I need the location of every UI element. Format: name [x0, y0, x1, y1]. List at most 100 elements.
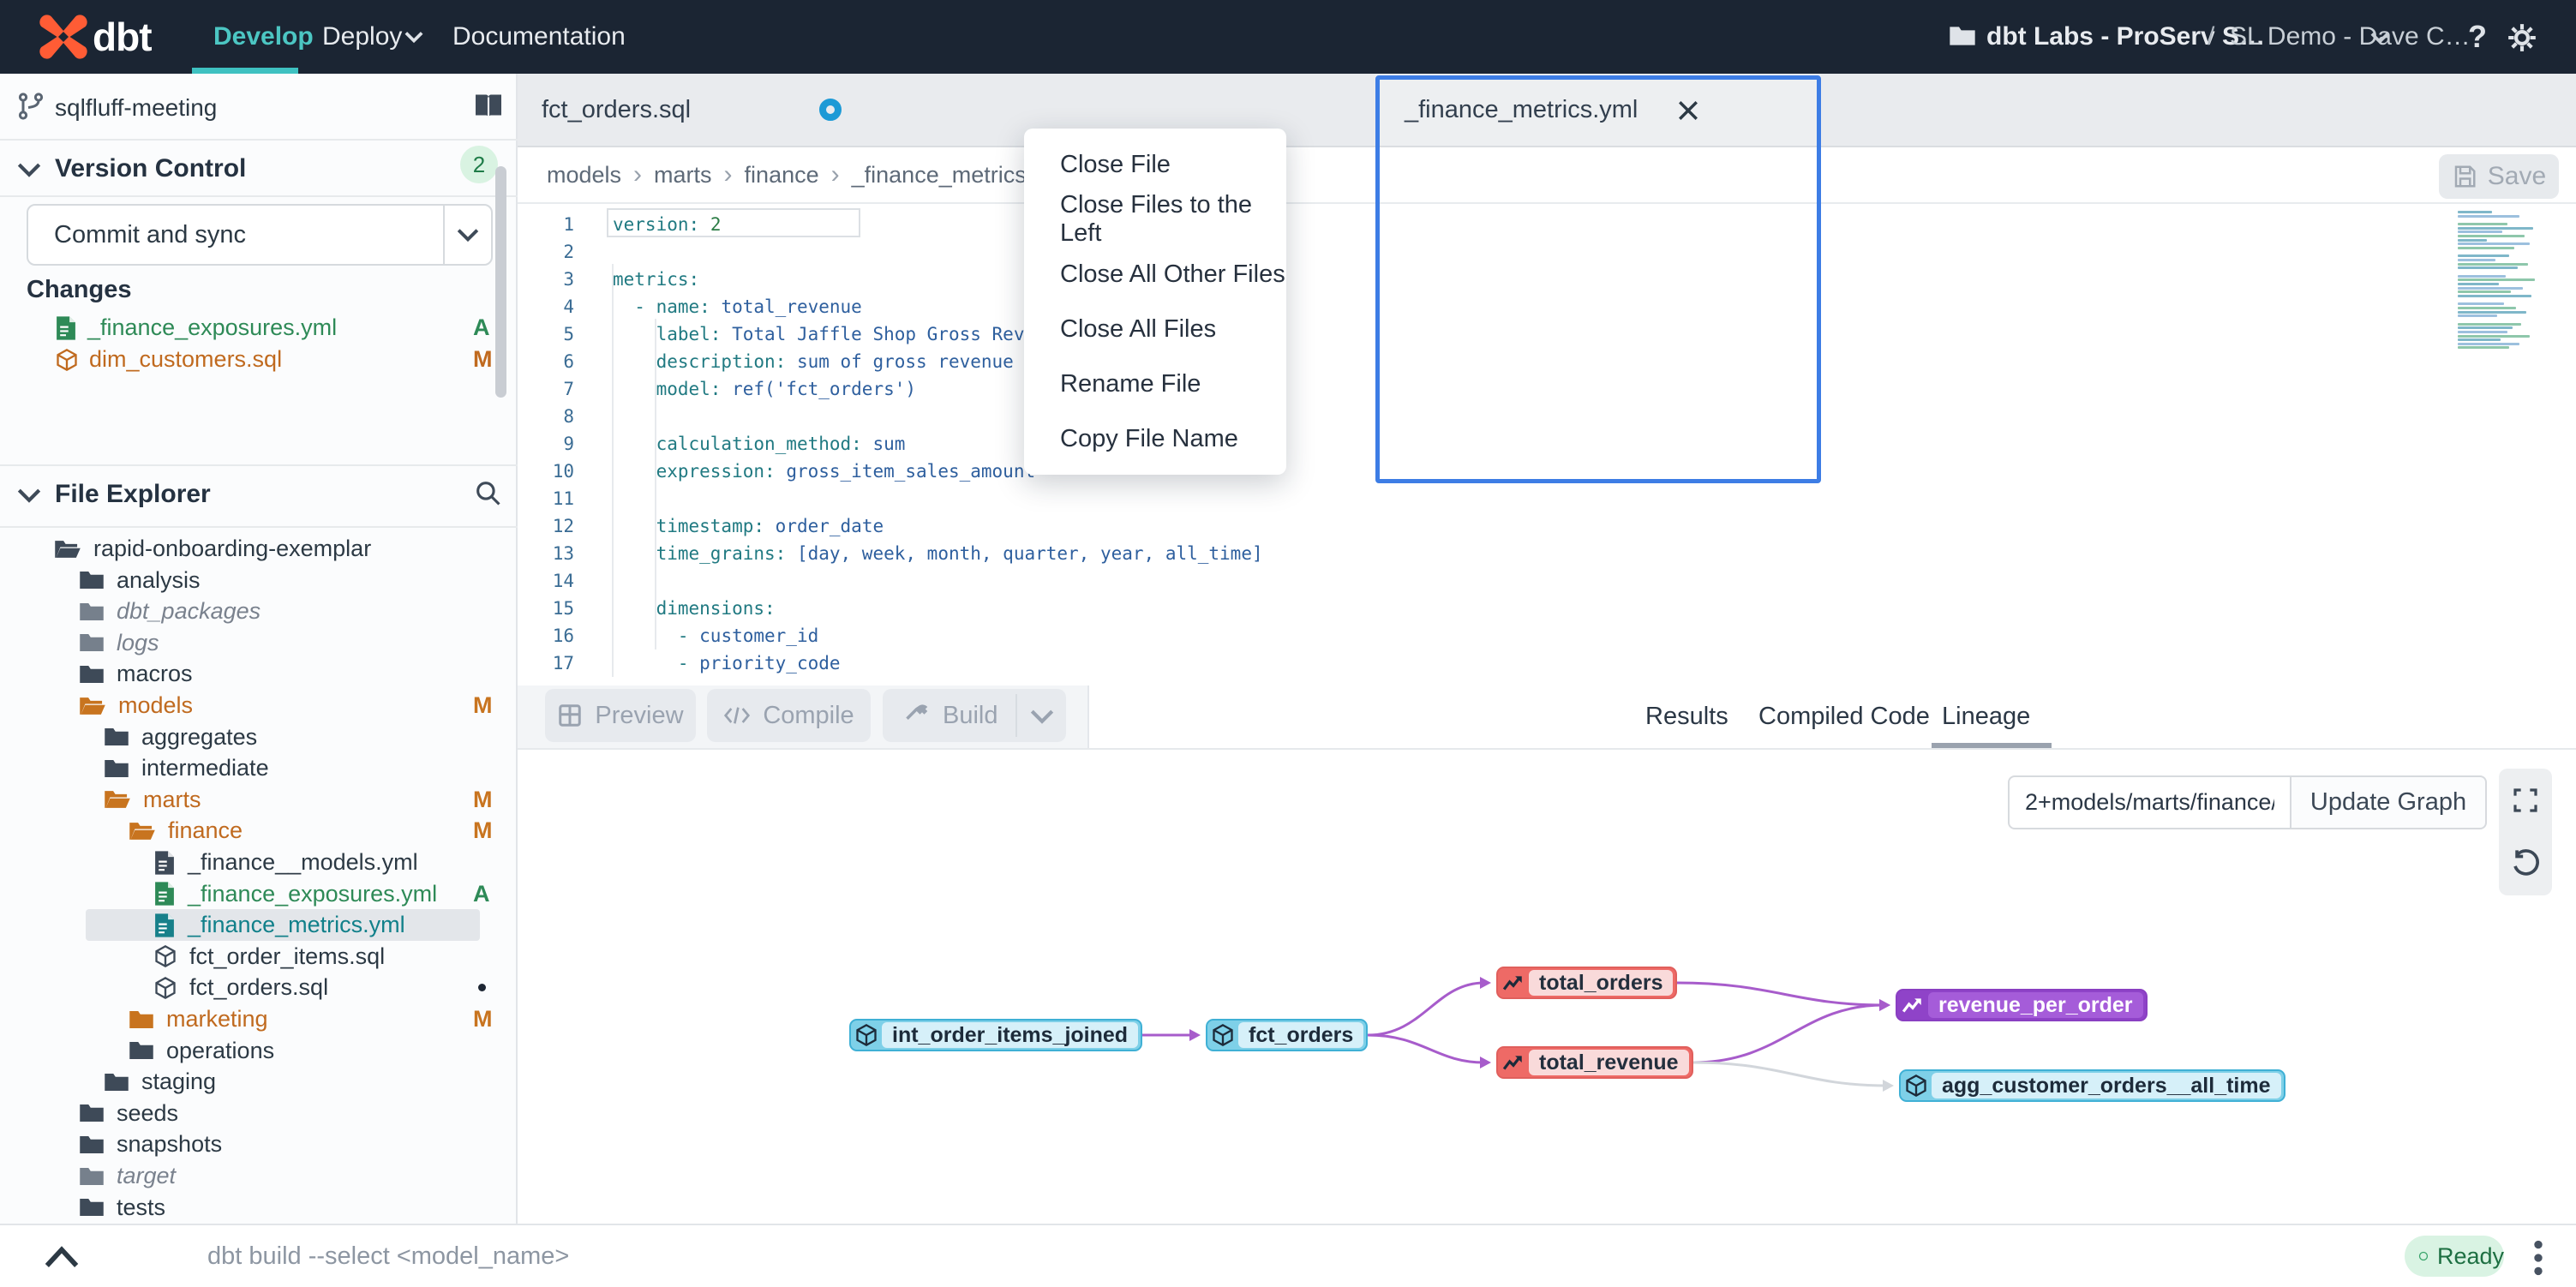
tree-item-models[interactable]: modelsM — [0, 690, 518, 721]
minimap-line — [2458, 311, 2526, 314]
tree-item-staging[interactable]: staging — [0, 1066, 518, 1098]
metric-trend-icon — [1897, 996, 1928, 1015]
version-control-title[interactable]: Version Control — [55, 154, 246, 183]
top-nav-bar: dbt Develop Deploy Documentation dbt Lab… — [0, 0, 2576, 74]
change-file-name: dim_customers.sql — [89, 346, 282, 373]
file-tree-scrollbar[interactable] — [495, 166, 506, 398]
menu-item-copy-file-name[interactable]: Copy File Name — [1024, 411, 1286, 466]
menu-item-rename-file[interactable]: Rename File — [1024, 356, 1286, 411]
tree-item-dbt-packages[interactable]: dbt_packages — [0, 596, 518, 627]
tab-fct-orders[interactable]: fct_orders.sql — [518, 74, 860, 146]
project-selector[interactable]: dbt Labs - ProServ S… — [1986, 0, 2265, 74]
tree-item-intermediate[interactable]: intermediate — [0, 752, 518, 784]
lineage-node-revenue_per_order[interactable]: revenue_per_order — [1896, 989, 2148, 1021]
breadcrumb-models[interactable]: models — [547, 162, 621, 189]
tab-compiled-code[interactable]: Compiled Code — [1758, 685, 1930, 748]
environment-selector[interactable]: SL Demo - Dave C… — [2230, 0, 2471, 74]
tree-item-rapid-onboarding-exemplar[interactable]: rapid-onboarding-exemplar — [0, 533, 518, 565]
tree-item--finance-exposures-yml[interactable]: _finance_exposures.ymlA — [0, 878, 518, 910]
gear-icon[interactable] — [2506, 21, 2538, 54]
save-button[interactable]: Save — [2439, 154, 2559, 199]
line-number: 14 — [518, 567, 574, 595]
help-icon[interactable]: ? — [2468, 0, 2487, 74]
kebab-menu-icon[interactable] — [2528, 1239, 2549, 1277]
code-line: description: sum of gross revenue — [613, 348, 1014, 375]
change-file-name: _finance_exposures.yml — [87, 314, 337, 341]
folder-icon — [79, 569, 105, 591]
tree-item-tests[interactable]: tests — [0, 1192, 518, 1224]
docs-book-icon[interactable] — [473, 93, 504, 120]
branch-name[interactable]: sqlfluff-meeting — [55, 94, 217, 122]
minimap-line — [2458, 227, 2533, 230]
commit-options-segment[interactable] — [443, 206, 491, 264]
tab-finance-metrics[interactable]: _finance_metrics.yml — [1375, 74, 1821, 146]
tree-item-macros[interactable]: macros — [0, 658, 518, 690]
minimap-line — [2458, 290, 2511, 293]
lineage-node-total_orders[interactable]: total_orders — [1496, 967, 1677, 999]
lineage-node-total_revenue[interactable]: total_revenue — [1496, 1046, 1693, 1079]
nav-develop[interactable]: Develop — [213, 0, 314, 74]
expand-panel-chevron-up-icon[interactable] — [45, 1246, 79, 1268]
code-minimap[interactable] — [2458, 211, 2557, 341]
build-button[interactable]: Build — [883, 689, 1066, 742]
tab-results[interactable]: Results — [1645, 685, 1728, 748]
minimap-line — [2458, 211, 2492, 213]
tree-item-target[interactable]: target — [0, 1160, 518, 1192]
environment-chevron-down-icon[interactable] — [2370, 30, 2389, 45]
tree-item-fct-orders-sql[interactable]: fct_orders.sql — [0, 972, 518, 1003]
file-explorer-chevron-icon[interactable] — [17, 487, 41, 504]
git-status-badge: M — [473, 787, 493, 813]
logo-text[interactable]: dbt — [93, 0, 152, 74]
dbt-logo-icon[interactable] — [38, 11, 89, 63]
lineage-edge — [1677, 983, 1884, 1005]
minimap-line — [2458, 275, 2506, 278]
code-editor[interactable]: 1version: 223metrics:4 - name: total_rev… — [518, 204, 2576, 685]
lineage-active-underline — [1932, 743, 2052, 748]
update-graph-button[interactable]: Update Graph — [2291, 775, 2487, 829]
minimap-line — [2458, 283, 2499, 285]
preview-button[interactable]: Preview — [545, 689, 696, 742]
change-row[interactable]: dim_customers.sql M — [0, 344, 518, 375]
lineage-filter-input[interactable] — [2008, 775, 2291, 829]
menu-item-close-all-other-files[interactable]: Close All Other Files — [1024, 247, 1286, 302]
tree-item-marketing[interactable]: marketingM — [0, 1003, 518, 1035]
change-row[interactable]: _finance_exposures.yml A — [0, 312, 518, 344]
nav-documentation[interactable]: Documentation — [452, 0, 626, 74]
tab-lineage-real[interactable]: Lineage — [1942, 685, 2030, 748]
fullscreen-icon[interactable] — [2512, 787, 2539, 814]
tree-item-snapshots[interactable]: snapshots — [0, 1128, 518, 1160]
lineage-node-int_order_items_joined[interactable]: int_order_items_joined — [849, 1019, 1142, 1051]
build-options-chevron-icon[interactable] — [1030, 708, 1054, 725]
tree-item-label: fct_orders.sql — [189, 974, 328, 1001]
tree-item-logs[interactable]: logs — [0, 627, 518, 659]
breadcrumb-marts[interactable]: marts — [654, 162, 712, 189]
menu-item-close-file[interactable]: Close File — [1024, 137, 1286, 192]
lineage-panel: int_order_items_joined fct_orders total_… — [518, 750, 2576, 1224]
reset-view-icon[interactable] — [2511, 849, 2540, 878]
nav-deploy[interactable]: Deploy — [322, 0, 402, 74]
tree-item--finance-metrics-yml[interactable]: _finance_metrics.yml — [0, 909, 518, 941]
file-explorer-title[interactable]: File Explorer — [55, 480, 211, 509]
tree-item-seeds[interactable]: seeds — [0, 1098, 518, 1129]
tree-item-marts[interactable]: martsM — [0, 784, 518, 816]
tree-item-fct-order-items-sql[interactable]: fct_order_items.sql — [0, 941, 518, 973]
change-status-badge: A — [473, 314, 490, 341]
search-icon[interactable] — [473, 478, 502, 507]
tree-item--finance-models-yml[interactable]: _finance__models.yml — [0, 847, 518, 878]
version-control-chevron-icon[interactable] — [17, 161, 41, 178]
compile-button[interactable]: Compile — [707, 689, 871, 742]
dbt-command-input[interactable] — [206, 1225, 2266, 1287]
lineage-node-fct_orders[interactable]: fct_orders — [1206, 1019, 1368, 1051]
breadcrumb-finance[interactable]: finance — [745, 162, 819, 189]
path-separator: / — [2208, 0, 2214, 74]
lineage-node-agg_customer_orders__all_time[interactable]: agg_customer_orders__all_time — [1899, 1069, 2285, 1102]
tree-item-finance[interactable]: financeM — [0, 815, 518, 847]
close-tab-icon[interactable] — [1677, 99, 1699, 122]
menu-item-close-files-to-the-left[interactable]: Close Files to the Left — [1024, 192, 1286, 247]
commit-and-sync-button[interactable]: Commit and sync — [27, 204, 493, 266]
menu-item-close-all-files[interactable]: Close All Files — [1024, 302, 1286, 356]
tree-item-analysis[interactable]: analysis — [0, 565, 518, 596]
tree-item-operations[interactable]: operations — [0, 1035, 518, 1067]
tree-item-aggregates[interactable]: aggregates — [0, 721, 518, 753]
cube-icon — [1901, 1074, 1932, 1098]
